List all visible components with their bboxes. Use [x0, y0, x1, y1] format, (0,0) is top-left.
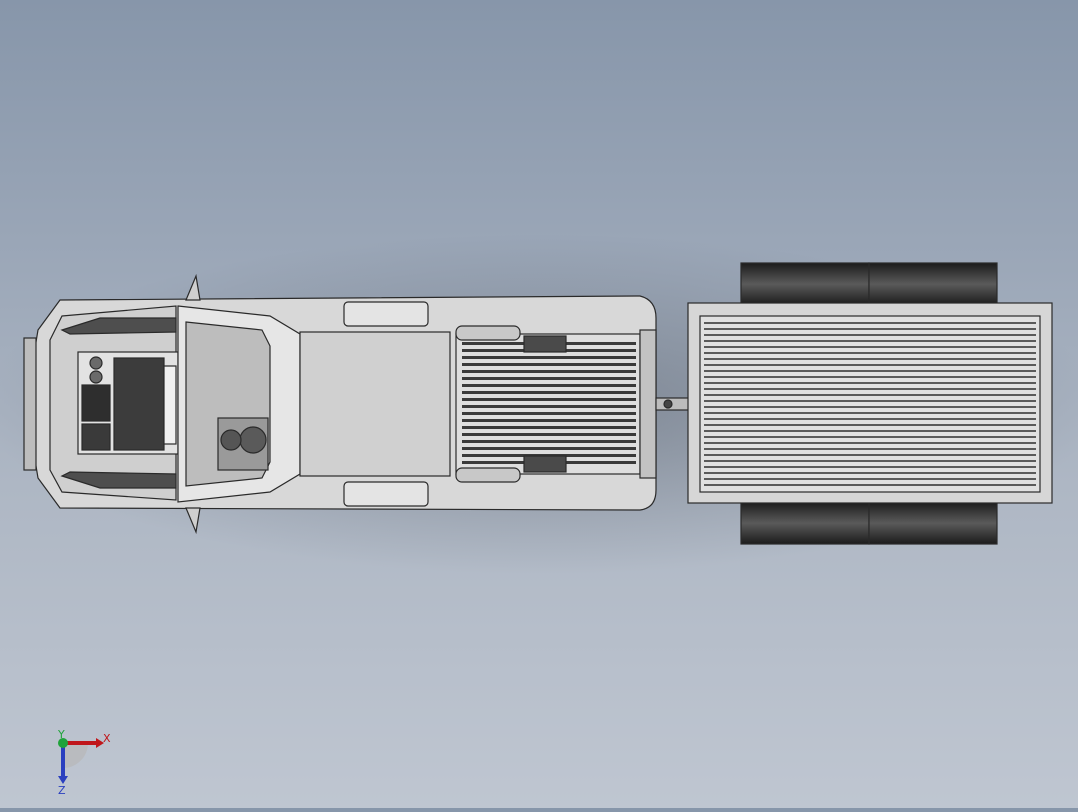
bed-slat: [462, 391, 636, 394]
battery: [81, 384, 111, 422]
trailer-slat: [704, 412, 1036, 414]
bed-slat: [462, 356, 636, 359]
trailer-slat: [704, 472, 1036, 474]
bed-slat: [462, 384, 636, 387]
trailer-slat: [704, 454, 1036, 456]
wheel-well-bottom: [523, 455, 567, 473]
trailer-slat: [704, 358, 1036, 360]
trailer-slat: [704, 442, 1036, 444]
orientation-triad: X Y Z: [48, 728, 118, 798]
trailer-slat: [704, 346, 1036, 348]
trailer-deck-inner: [699, 315, 1041, 493]
truck-model[interactable]: [23, 273, 691, 535]
trailer-tire-top-right: [868, 262, 998, 306]
bed-slat: [462, 377, 636, 380]
intake: [163, 365, 177, 445]
truck-bed: [455, 333, 641, 475]
trailer-slat: [704, 466, 1036, 468]
engine-cap-1: [89, 356, 103, 370]
bed-rail-top: [455, 325, 521, 341]
trailer-tire-bottom-left: [740, 501, 870, 545]
trailer-slat: [704, 376, 1036, 378]
trailer-tire-top-left: [740, 262, 870, 306]
bed-slat: [462, 412, 636, 415]
door-handle-bottom: [343, 481, 429, 507]
engine-block: [113, 357, 165, 451]
cad-viewport[interactable]: X Y Z: [0, 0, 1078, 808]
trailer-slat: [704, 322, 1036, 324]
trailer-slat: [704, 394, 1036, 396]
bed-slat: [462, 440, 636, 443]
bed-slat: [462, 433, 636, 436]
trailer-slat: [704, 382, 1036, 384]
engine-cap-2: [89, 370, 103, 384]
trailer-slat: [704, 484, 1036, 486]
trailer-slat: [704, 406, 1036, 408]
trailer-slat: [704, 424, 1036, 426]
trailer-slat: [704, 370, 1036, 372]
door-handle-top: [343, 301, 429, 327]
trailer-slat: [704, 448, 1036, 450]
trailer-slat: [704, 430, 1036, 432]
bed-rail-bottom: [455, 467, 521, 483]
wheel-well-top: [523, 335, 567, 353]
tow-hitch[interactable]: [655, 397, 691, 411]
bed-slat: [462, 370, 636, 373]
trailer-model[interactable]: [687, 262, 1053, 545]
trailer-slat: [704, 478, 1036, 480]
z-axis-label: Z: [58, 784, 66, 797]
bed-slat: [462, 419, 636, 422]
bed-slat: [462, 447, 636, 450]
steering-wheel: [239, 426, 267, 454]
hitch-ball: [663, 399, 673, 409]
tailgate: [639, 329, 657, 479]
bed-slat: [462, 398, 636, 401]
trailer-slat: [704, 328, 1036, 330]
trailer-slat: [704, 460, 1036, 462]
y-axis-label: Y: [57, 728, 65, 741]
trailer-slat: [704, 352, 1036, 354]
trailer-slat: [704, 436, 1036, 438]
x-axis-label: X: [103, 732, 111, 745]
cab-roof: [299, 331, 451, 477]
trailer-slat: [704, 340, 1036, 342]
gear-knob: [220, 429, 242, 451]
trailer-slat: [704, 388, 1036, 390]
fuse-box: [81, 423, 111, 451]
front-bumper: [23, 337, 37, 471]
bed-slat: [462, 426, 636, 429]
trailer-slat: [704, 418, 1036, 420]
model-canvas: [0, 234, 1078, 574]
triad-icon: X Y Z: [57, 728, 111, 797]
bed-slat: [462, 363, 636, 366]
trailer-slat: [704, 400, 1036, 402]
trailer-tire-bottom-right: [868, 501, 998, 545]
bed-slat: [462, 405, 636, 408]
trailer-slat: [704, 334, 1036, 336]
trailer-slat: [704, 364, 1036, 366]
